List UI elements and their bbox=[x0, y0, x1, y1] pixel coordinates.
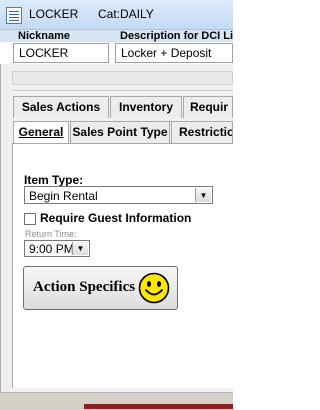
return-time-label: Return Time: bbox=[25, 229, 77, 239]
title-bar: LOCKER Cat:DAILY bbox=[0, 0, 233, 30]
app-list-icon bbox=[6, 7, 22, 24]
panel-edge bbox=[0, 64, 1, 392]
item-type-value: Begin Rental bbox=[29, 189, 98, 203]
chevron-down-icon[interactable]: ▼ bbox=[195, 188, 211, 202]
item-type-label: Item Type: bbox=[24, 173, 84, 187]
require-guest-checkbox[interactable] bbox=[24, 213, 36, 225]
smiley-icon bbox=[138, 272, 170, 304]
return-time-value: 9:00 PM bbox=[29, 242, 74, 256]
window-title: LOCKER bbox=[29, 7, 79, 21]
require-guest-label: Require Guest Information bbox=[40, 211, 192, 225]
divider bbox=[12, 90, 233, 91]
action-specifics-label: Action Specifics bbox=[33, 279, 136, 295]
action-specifics-button[interactable]: Action Specifics bbox=[23, 266, 178, 310]
return-time-select[interactable]: 9:00 PM ▼ bbox=[24, 240, 90, 257]
tab-requirements[interactable]: Requir bbox=[183, 96, 233, 118]
chevron-down-icon[interactable]: ▼ bbox=[72, 242, 88, 255]
item-type-select[interactable]: Begin Rental ▼ bbox=[24, 186, 213, 204]
nickname-label: Nickname bbox=[18, 30, 70, 42]
tab-general[interactable]: General bbox=[13, 121, 69, 143]
description-label: Description for DCI Li bbox=[120, 30, 234, 42]
window-category: Cat:DAILY bbox=[98, 7, 154, 21]
nickname-field[interactable]: LOCKER bbox=[13, 43, 109, 63]
bottom-accent bbox=[84, 404, 233, 409]
horizontal-strip[interactable] bbox=[12, 71, 233, 85]
tab-sales-point-type[interactable]: Sales Point Type bbox=[70, 121, 170, 143]
tab-sales-actions[interactable]: Sales Actions bbox=[13, 96, 109, 118]
tab-restrictions[interactable]: Restrictio bbox=[171, 121, 233, 143]
tab-inventory[interactable]: Inventory bbox=[110, 96, 182, 118]
description-field[interactable]: Locker + Deposit bbox=[115, 43, 233, 63]
